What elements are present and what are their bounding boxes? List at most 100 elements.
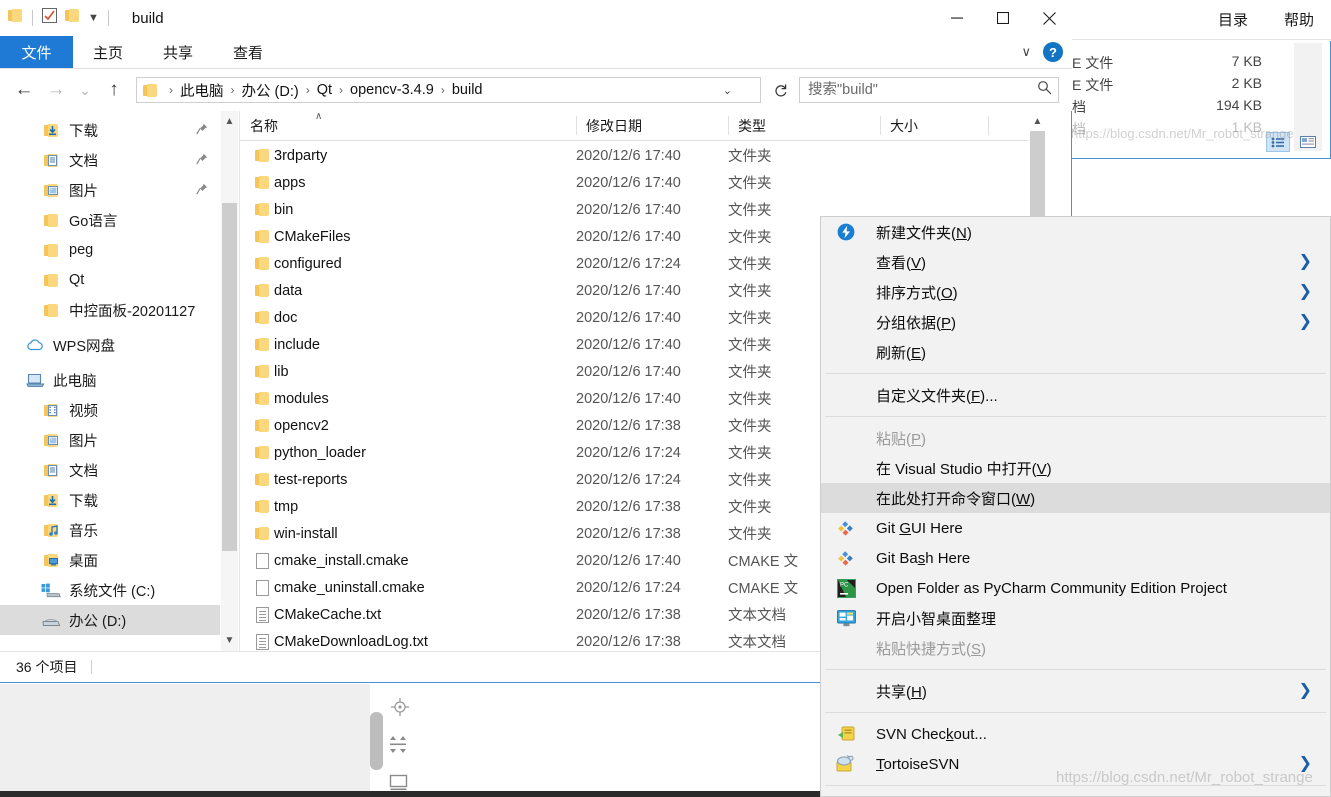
column-header-date[interactable]: 修改日期 bbox=[576, 111, 728, 140]
sidebar-item[interactable]: 视频 bbox=[0, 395, 220, 425]
column-header-size[interactable]: 大小 bbox=[880, 111, 988, 140]
sidebar-item[interactable]: 文档 bbox=[0, 145, 220, 175]
menu-item: 粘贴快捷方式(S) bbox=[821, 633, 1330, 663]
menu-item[interactable]: 刷新(E) bbox=[821, 337, 1330, 367]
scroll-up-icon[interactable]: ▲ bbox=[1029, 113, 1046, 130]
tortoisesvn-icon bbox=[835, 753, 857, 775]
file-name-label: include bbox=[274, 336, 320, 353]
table-row[interactable]: 3rdparty 2020/12/6 17:40 文件夹 bbox=[240, 142, 1046, 169]
nav-pane-scrollbar[interactable]: ▲ ▼ bbox=[221, 111, 238, 651]
sidebar-item[interactable]: 图片 bbox=[0, 425, 220, 455]
monitor-icon bbox=[835, 607, 857, 629]
breadcrumb-item-qt[interactable]: Qt bbox=[317, 82, 332, 98]
sidebar-item[interactable]: WPS网盘 bbox=[0, 330, 220, 360]
large-icons-view-button[interactable] bbox=[1296, 132, 1320, 152]
recent-locations-button[interactable]: ⌄ bbox=[72, 74, 98, 106]
resize-arrows-icon[interactable] bbox=[386, 726, 414, 764]
back-button[interactable]: ← bbox=[8, 74, 40, 106]
documents-folder-icon bbox=[43, 463, 59, 477]
search-icon[interactable] bbox=[1037, 80, 1052, 100]
properties-icon[interactable] bbox=[42, 8, 57, 28]
menu-item[interactable]: PC Open Folder as PyCharm Community Editi… bbox=[821, 573, 1330, 603]
menu-item[interactable]: 共享(H) ❯ bbox=[821, 676, 1330, 706]
details-view-button[interactable] bbox=[1266, 132, 1290, 152]
close-button[interactable] bbox=[1026, 0, 1072, 36]
file-name-cell: 3rdparty bbox=[250, 148, 327, 164]
title-bar[interactable]: ▼ build bbox=[0, 0, 1072, 36]
up-button[interactable]: ↑ bbox=[98, 74, 130, 106]
pin-icon[interactable] bbox=[196, 153, 208, 168]
sidebar-item[interactable]: peg bbox=[0, 235, 220, 265]
tab-view[interactable]: 查看 bbox=[213, 36, 283, 68]
menu-item[interactable]: 分组依据(P) ❯ bbox=[821, 307, 1330, 337]
tab-share[interactable]: 共享 bbox=[143, 36, 213, 68]
column-header-type[interactable]: 类型 bbox=[728, 111, 880, 140]
menu-item[interactable]: 新建(W)❯ bbox=[821, 792, 1330, 796]
sidebar-item[interactable]: Go语言 bbox=[0, 205, 220, 235]
menu-item[interactable]: 排序方式(O) ❯ bbox=[821, 277, 1330, 307]
menu-item-label: Git Bash Here bbox=[876, 549, 971, 567]
minimize-button[interactable] bbox=[934, 0, 980, 36]
column-divider[interactable] bbox=[988, 116, 989, 135]
pictures-folder-icon bbox=[43, 433, 59, 447]
scroll-down-icon[interactable]: ▼ bbox=[221, 632, 238, 649]
sidebar-item[interactable]: 下载 bbox=[0, 115, 220, 145]
chevron-down-icon[interactable]: ⌄ bbox=[723, 84, 732, 97]
menu-item[interactable]: 在 Visual Studio 中打开(V) bbox=[821, 453, 1330, 483]
context-menu: 新建文件夹(N) 查看(V) ❯ 排序方式(O) ❯ 分组依据(P) ❯ 刷新(E) 自定义文件… bbox=[820, 216, 1331, 797]
file-type-cell: 文件夹 bbox=[728, 311, 772, 327]
folder-icon bbox=[40, 243, 62, 257]
breadcrumb-item-drive-d[interactable]: 办公 (D:) bbox=[242, 80, 299, 101]
pin-icon[interactable] bbox=[196, 183, 208, 198]
bg-tab-help[interactable]: 帮助 bbox=[1284, 9, 1314, 30]
bg-tab-catalog[interactable]: 目录 bbox=[1218, 9, 1248, 30]
menu-item[interactable]: 开启小智桌面整理 bbox=[821, 603, 1330, 633]
sidebar-item[interactable]: 图片 bbox=[0, 175, 220, 205]
search-input[interactable] bbox=[806, 81, 1037, 99]
help-icon[interactable]: ? bbox=[1043, 42, 1063, 62]
breadcrumb-separator: › bbox=[230, 83, 235, 97]
menu-item[interactable]: SVN Checkout... bbox=[821, 719, 1330, 749]
file-name-cell: CMakeDownloadLog.txt bbox=[250, 633, 428, 650]
column-header-name[interactable]: 名称 ∧ bbox=[240, 111, 576, 140]
scroll-thumb[interactable] bbox=[222, 203, 237, 551]
target-crosshair-icon[interactable] bbox=[386, 688, 414, 726]
file-name-cell: bin bbox=[250, 202, 293, 218]
sidebar-item[interactable]: 系统文件 (C:) bbox=[0, 575, 220, 605]
refresh-button[interactable] bbox=[767, 77, 793, 103]
menu-item[interactable]: 在此处打开命令窗口(W) bbox=[821, 483, 1330, 513]
background-explorer-window[interactable]: 目录 帮助 E 文件 7 KB E 文件 2 KB 档 194 KB 档 1 K… bbox=[1071, 0, 1331, 160]
menu-item[interactable]: 自定义文件夹(F)... bbox=[821, 380, 1330, 410]
sidebar-item[interactable]: 桌面 bbox=[0, 545, 220, 575]
pin-icon[interactable] bbox=[196, 123, 208, 138]
table-row[interactable]: apps 2020/12/6 17:40 文件夹 bbox=[240, 169, 1046, 196]
maximize-button[interactable] bbox=[980, 0, 1026, 36]
address-bar[interactable]: › 此电脑 › 办公 (D:) › Qt › opencv-3.4.9 › bu… bbox=[136, 77, 761, 103]
folder-icon[interactable] bbox=[8, 9, 23, 27]
search-box[interactable] bbox=[799, 77, 1059, 103]
sidebar-item[interactable]: 中控面板-20201127 bbox=[0, 295, 220, 325]
scroll-up-icon[interactable]: ▲ bbox=[221, 113, 238, 130]
chevron-down-icon[interactable]: ▼ bbox=[88, 12, 99, 24]
sidebar-item-label: 中控面板-20201127 bbox=[69, 303, 196, 320]
tab-home[interactable]: 主页 bbox=[73, 36, 143, 68]
new-folder-icon[interactable] bbox=[65, 9, 80, 27]
sidebar-item[interactable]: 此电脑 bbox=[0, 365, 220, 395]
sidebar-item[interactable]: Qt bbox=[0, 265, 220, 295]
breadcrumb-item-this-pc[interactable]: 此电脑 bbox=[180, 80, 224, 101]
collapse-ribbon-icon[interactable]: ∨ bbox=[1021, 44, 1031, 60]
below-panel-scroll-thumb[interactable] bbox=[370, 712, 383, 770]
forward-button[interactable]: → bbox=[40, 74, 72, 106]
menu-item[interactable]: TortoiseSVN ❯ bbox=[821, 749, 1330, 779]
menu-item[interactable]: 查看(V) ❯ bbox=[821, 247, 1330, 277]
breadcrumb-item-build[interactable]: build bbox=[452, 82, 483, 98]
sidebar-item[interactable]: 文档 bbox=[0, 455, 220, 485]
sidebar-item[interactable]: 音乐 bbox=[0, 515, 220, 545]
menu-item[interactable]: Git Bash Here bbox=[821, 543, 1330, 573]
menu-item[interactable]: 新建文件夹(N) bbox=[821, 217, 1330, 247]
tab-file[interactable]: 文件 bbox=[0, 36, 73, 68]
sidebar-item[interactable]: 办公 (D:) bbox=[0, 605, 220, 635]
menu-item[interactable]: Git GUI Here bbox=[821, 513, 1330, 543]
breadcrumb-item-opencv[interactable]: opencv-3.4.9 bbox=[350, 82, 434, 98]
sidebar-item[interactable]: 下载 bbox=[0, 485, 220, 515]
